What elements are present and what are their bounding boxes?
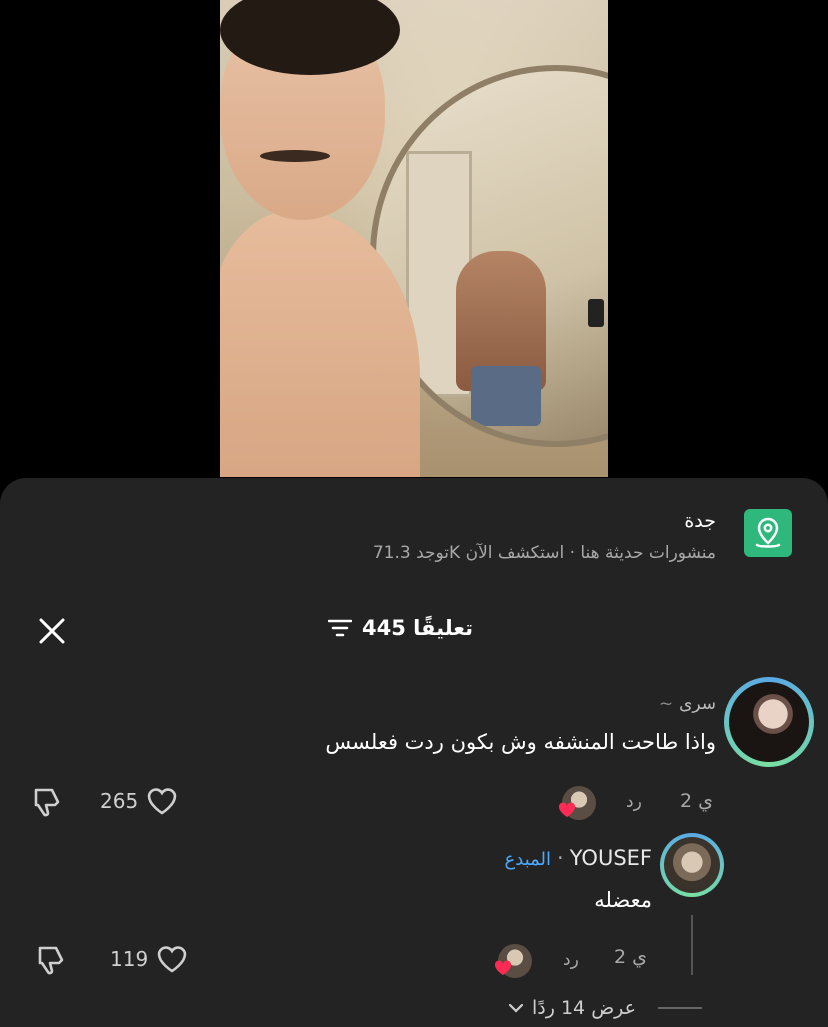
reply-time: 2 ي (614, 946, 648, 968)
comments-count-label: 445 تعليقًا (362, 616, 474, 640)
comment-author[interactable]: سرى~ (659, 694, 716, 714)
person-hair (220, 0, 400, 75)
author-decoration: ~ (658, 694, 674, 714)
reply-button[interactable]: رد (563, 950, 579, 970)
heart-icon[interactable] (146, 786, 178, 816)
name-separator: · (557, 846, 564, 870)
location-pin-icon[interactable] (744, 509, 792, 557)
view-more-label: عرض 14 ردًا (532, 997, 636, 1019)
location-title[interactable]: جدة (684, 510, 716, 532)
person-face (220, 0, 400, 220)
reply-avatar[interactable] (660, 833, 724, 897)
comment-author-name: سرى (679, 694, 716, 714)
heart-badge-icon (494, 960, 512, 975)
comment-time: 2 ي (680, 790, 714, 812)
chevron-down-icon (508, 1003, 524, 1013)
filter-icon[interactable] (328, 618, 352, 638)
reply-button[interactable]: رد (626, 792, 642, 812)
location-subtitle[interactable]: توجد 71.3K منشورات حديثة هنا · استكشف ال… (373, 543, 716, 563)
reply-like-button[interactable]: 119 (110, 944, 188, 974)
mirror-phone (588, 299, 604, 327)
heart-icon[interactable] (156, 944, 188, 974)
reply-like-count: 119 (110, 947, 149, 971)
creator-badge: المبدع (504, 849, 552, 870)
reply-author-name: YOUSEF (569, 846, 652, 870)
reply-text: معضله (594, 888, 652, 912)
comment-text: واذا طاحت المنشفه وش بكون ردت فعلسس (325, 730, 716, 754)
like-count: 265 (100, 789, 139, 813)
dislike-icon[interactable] (30, 785, 64, 819)
person-shoulder (220, 210, 420, 477)
dislike-icon[interactable] (34, 943, 68, 977)
video-person (220, 0, 430, 477)
close-icon[interactable] (36, 615, 68, 647)
thread-line (691, 915, 693, 975)
person-mustache (260, 150, 330, 162)
reply-author[interactable]: YOUSEF·المبدع (505, 846, 652, 870)
video-player[interactable] (220, 0, 608, 477)
mirror-towel (471, 366, 541, 426)
divider-line (658, 1007, 702, 1009)
like-button[interactable]: 265 (100, 786, 178, 816)
comments-count[interactable]: 445 تعليقًا (328, 616, 473, 640)
heart-badge-icon (558, 802, 576, 817)
view-more-replies[interactable]: عرض 14 ردًا (508, 997, 702, 1019)
avatar[interactable] (724, 677, 814, 767)
